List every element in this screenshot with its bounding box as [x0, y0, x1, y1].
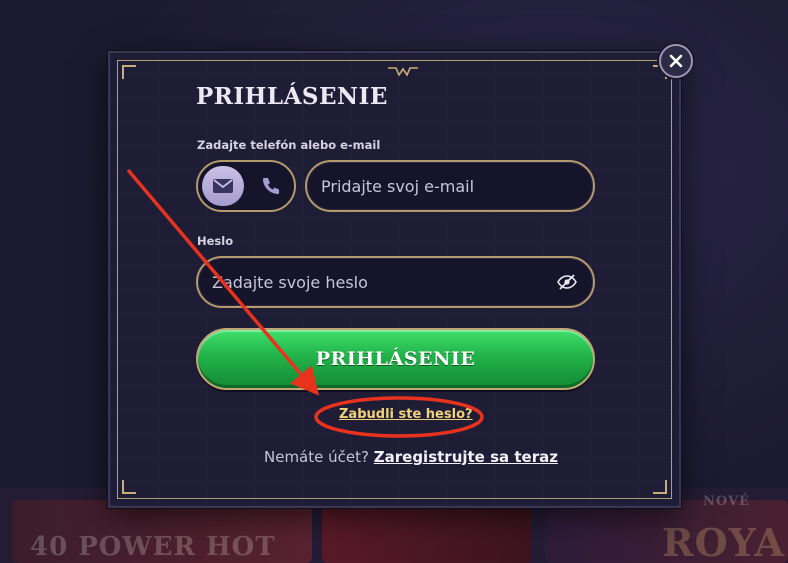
envelope-icon — [213, 179, 233, 193]
eye-slash-icon — [557, 274, 577, 290]
frame-corner — [122, 65, 136, 79]
email-method-option[interactable] — [202, 166, 244, 206]
frame-corner — [122, 480, 136, 494]
login-method-toggle — [196, 160, 296, 212]
close-button[interactable] — [659, 44, 693, 78]
register-link[interactable]: Zaregistrujte sa teraz — [374, 448, 558, 466]
frame-corner — [653, 480, 667, 494]
game-tile — [322, 500, 532, 563]
login-submit-button[interactable]: PRIHLÁSENIE — [196, 328, 595, 390]
modal-title: PRIHLÁSENIE — [196, 83, 388, 110]
phone-icon — [263, 178, 279, 194]
password-visibility-toggle[interactable] — [556, 273, 578, 291]
email-label: Zadajte telefón alebo e-mail — [197, 138, 381, 152]
forgot-password-link[interactable]: Zabudli ste heslo? — [339, 407, 473, 422]
crest-icon — [388, 67, 418, 77]
email-input[interactable] — [305, 160, 595, 212]
phone-method-option[interactable] — [252, 166, 290, 206]
game-tile-badge: NOVÉ — [703, 494, 750, 509]
register-row: Nemáte účet? Zaregistrujte sa teraz — [264, 448, 558, 466]
game-tile-title: 40 POWER HOT — [30, 532, 276, 562]
register-prompt: Nemáte účet? — [264, 448, 369, 466]
password-input[interactable] — [196, 256, 595, 308]
close-icon — [669, 54, 683, 68]
password-label: Heslo — [197, 234, 234, 248]
game-tile-title: ROYA — [662, 520, 785, 563]
